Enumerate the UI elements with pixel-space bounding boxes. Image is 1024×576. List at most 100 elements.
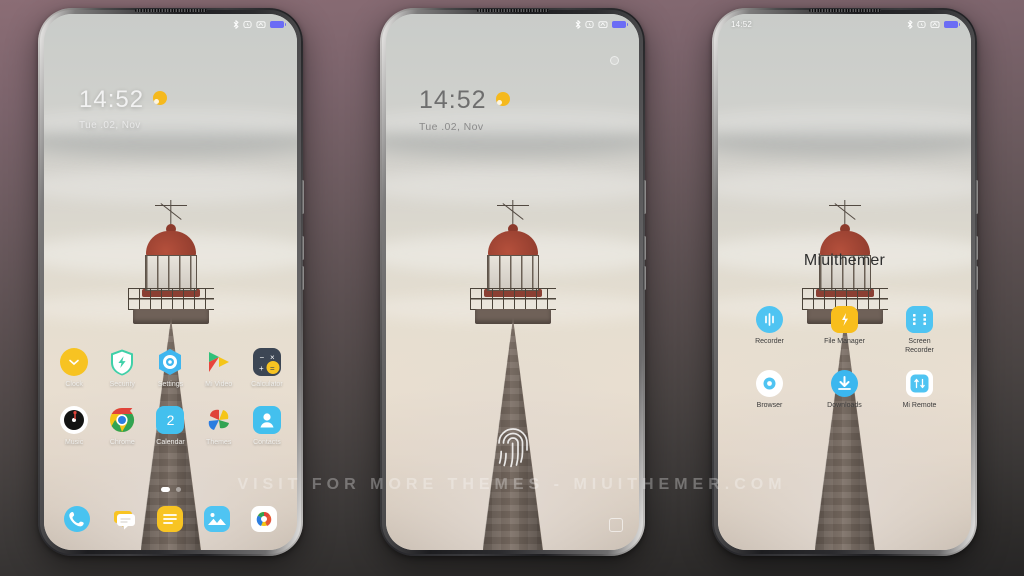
phone-device-home: 14:52 Tue .02, Nov Clock Security Settin… — [38, 8, 304, 556]
browser-icon — [756, 369, 783, 397]
dock-gallery[interactable] — [194, 506, 241, 532]
volume-down-button[interactable] — [975, 266, 978, 290]
person-icon — [252, 406, 281, 434]
power-button[interactable] — [301, 180, 304, 214]
app-label: Calculator — [251, 381, 283, 388]
app-music[interactable]: Music — [50, 406, 98, 446]
app-chrome[interactable]: Chrome — [98, 406, 146, 446]
calendar-icon: 2 — [156, 406, 185, 434]
earpiece-speaker — [808, 9, 881, 12]
dock-phone[interactable] — [54, 506, 101, 532]
phone-device-folder: 14:52 Miuithemer Recorder File Manager S… — [712, 8, 978, 556]
svg-text:−: − — [259, 353, 264, 362]
shield-icon — [108, 348, 136, 376]
app-contacts[interactable]: Contacts — [243, 406, 291, 446]
battery-icon — [270, 20, 286, 28]
volume-up-button[interactable] — [301, 236, 304, 260]
svg-text:=: = — [270, 364, 275, 373]
power-button[interactable] — [975, 180, 978, 214]
bluetooth-icon — [575, 19, 581, 29]
app-label: Calendar — [156, 439, 185, 446]
folder-title[interactable]: Miuithemer — [718, 252, 971, 270]
screen-recorder-icon — [906, 306, 933, 333]
file-manager-icon — [831, 306, 858, 333]
volume-down-button[interactable] — [643, 266, 646, 290]
app-label: Security — [109, 381, 135, 388]
calendar-day: 2 — [156, 406, 185, 434]
gallery-icon — [204, 506, 231, 532]
app-label: Chrome — [109, 439, 135, 446]
earpiece-speaker — [476, 9, 549, 12]
dnd-icon — [256, 20, 266, 28]
camera-shortcut-icon[interactable] — [609, 518, 623, 532]
bluetooth-icon — [233, 19, 239, 29]
app-label: Mi Video — [205, 381, 233, 388]
status-bar: 14:52 — [718, 14, 971, 34]
volume-down-button[interactable] — [301, 266, 304, 290]
page-dot[interactable] — [175, 487, 181, 492]
power-button[interactable] — [643, 180, 646, 214]
messages-icon — [111, 506, 137, 532]
battery-icon — [944, 20, 960, 28]
app-calculator[interactable]: − × + = Calculator — [243, 348, 291, 388]
dock-notes[interactable] — [147, 506, 194, 532]
folder-app-screen-recorder[interactable]: Screen Recorder — [882, 306, 957, 356]
status-bar — [44, 14, 297, 34]
folder-app-browser[interactable]: Browser — [732, 369, 807, 411]
app-label: Music — [64, 439, 84, 446]
volume-up-button[interactable] — [643, 236, 646, 260]
app-settings[interactable]: Settings — [146, 348, 194, 388]
camera-icon — [250, 506, 277, 532]
lighthouse-illustration — [454, 200, 572, 550]
folder-app-file-manager[interactable]: File Manager — [807, 306, 882, 356]
notes-icon — [157, 506, 184, 532]
app-themes[interactable]: Themes — [195, 406, 243, 446]
page-indicator[interactable] — [44, 487, 297, 492]
app-clock[interactable]: Clock — [50, 348, 98, 388]
volume-up-button[interactable] — [975, 236, 978, 260]
calculator-icon: − × + = — [252, 348, 281, 376]
battery-icon — [612, 20, 628, 28]
folder-app-mi-remote[interactable]: Mi Remote — [882, 369, 957, 411]
app-label: Contacts — [253, 439, 281, 446]
alarm-icon — [585, 20, 594, 28]
phone-icon — [64, 506, 91, 532]
alarm-icon — [243, 20, 252, 28]
dock-camera[interactable] — [240, 506, 287, 532]
app-mi-video[interactable]: Mi Video — [195, 348, 243, 388]
clock-time: 14:52 — [79, 86, 145, 113]
sun-icon — [495, 91, 510, 106]
app-label: Clock — [65, 381, 83, 388]
bluetooth-icon — [907, 19, 913, 29]
svg-text:+: + — [259, 364, 264, 373]
camera-punch-hole — [610, 56, 619, 65]
download-icon — [831, 369, 858, 397]
folder-app-grid: Recorder File Manager Screen Recorder Br… — [732, 306, 957, 410]
dnd-icon — [598, 20, 608, 28]
app-security[interactable]: Security — [98, 348, 146, 388]
clock-time: 14:52 — [419, 86, 487, 114]
app-label: File Manager — [824, 338, 865, 345]
status-bar — [386, 14, 639, 34]
app-label: Mi Remote — [902, 401, 937, 409]
fingerprint-icon[interactable] — [495, 426, 531, 468]
app-calendar[interactable]: 2 Calendar — [146, 406, 194, 446]
dock — [44, 506, 297, 532]
alarm-icon — [917, 20, 926, 28]
dock-messages[interactable] — [101, 506, 148, 532]
dnd-icon — [930, 20, 940, 28]
page-dot-active[interactable] — [160, 487, 170, 492]
clock-widget[interactable]: 14:52 Tue .02, Nov — [79, 86, 168, 131]
folder-app-recorder[interactable]: Recorder — [732, 306, 807, 356]
app-label: Settings — [157, 381, 184, 388]
recorder-icon — [756, 306, 783, 333]
app-label: Screen Recorder — [905, 338, 934, 354]
folder-app-downloads[interactable]: Downloads — [807, 369, 882, 411]
app-label: Browser — [756, 401, 783, 409]
music-vinyl-icon — [60, 406, 89, 434]
clock-date: Tue .02, Nov — [79, 120, 141, 131]
phone1-screen: 14:52 Tue .02, Nov Clock Security Settin… — [44, 14, 297, 550]
clock-icon — [60, 348, 89, 376]
phone2-screen: 14:52 Tue .02, Nov — [386, 14, 639, 550]
chrome-icon — [108, 406, 136, 434]
